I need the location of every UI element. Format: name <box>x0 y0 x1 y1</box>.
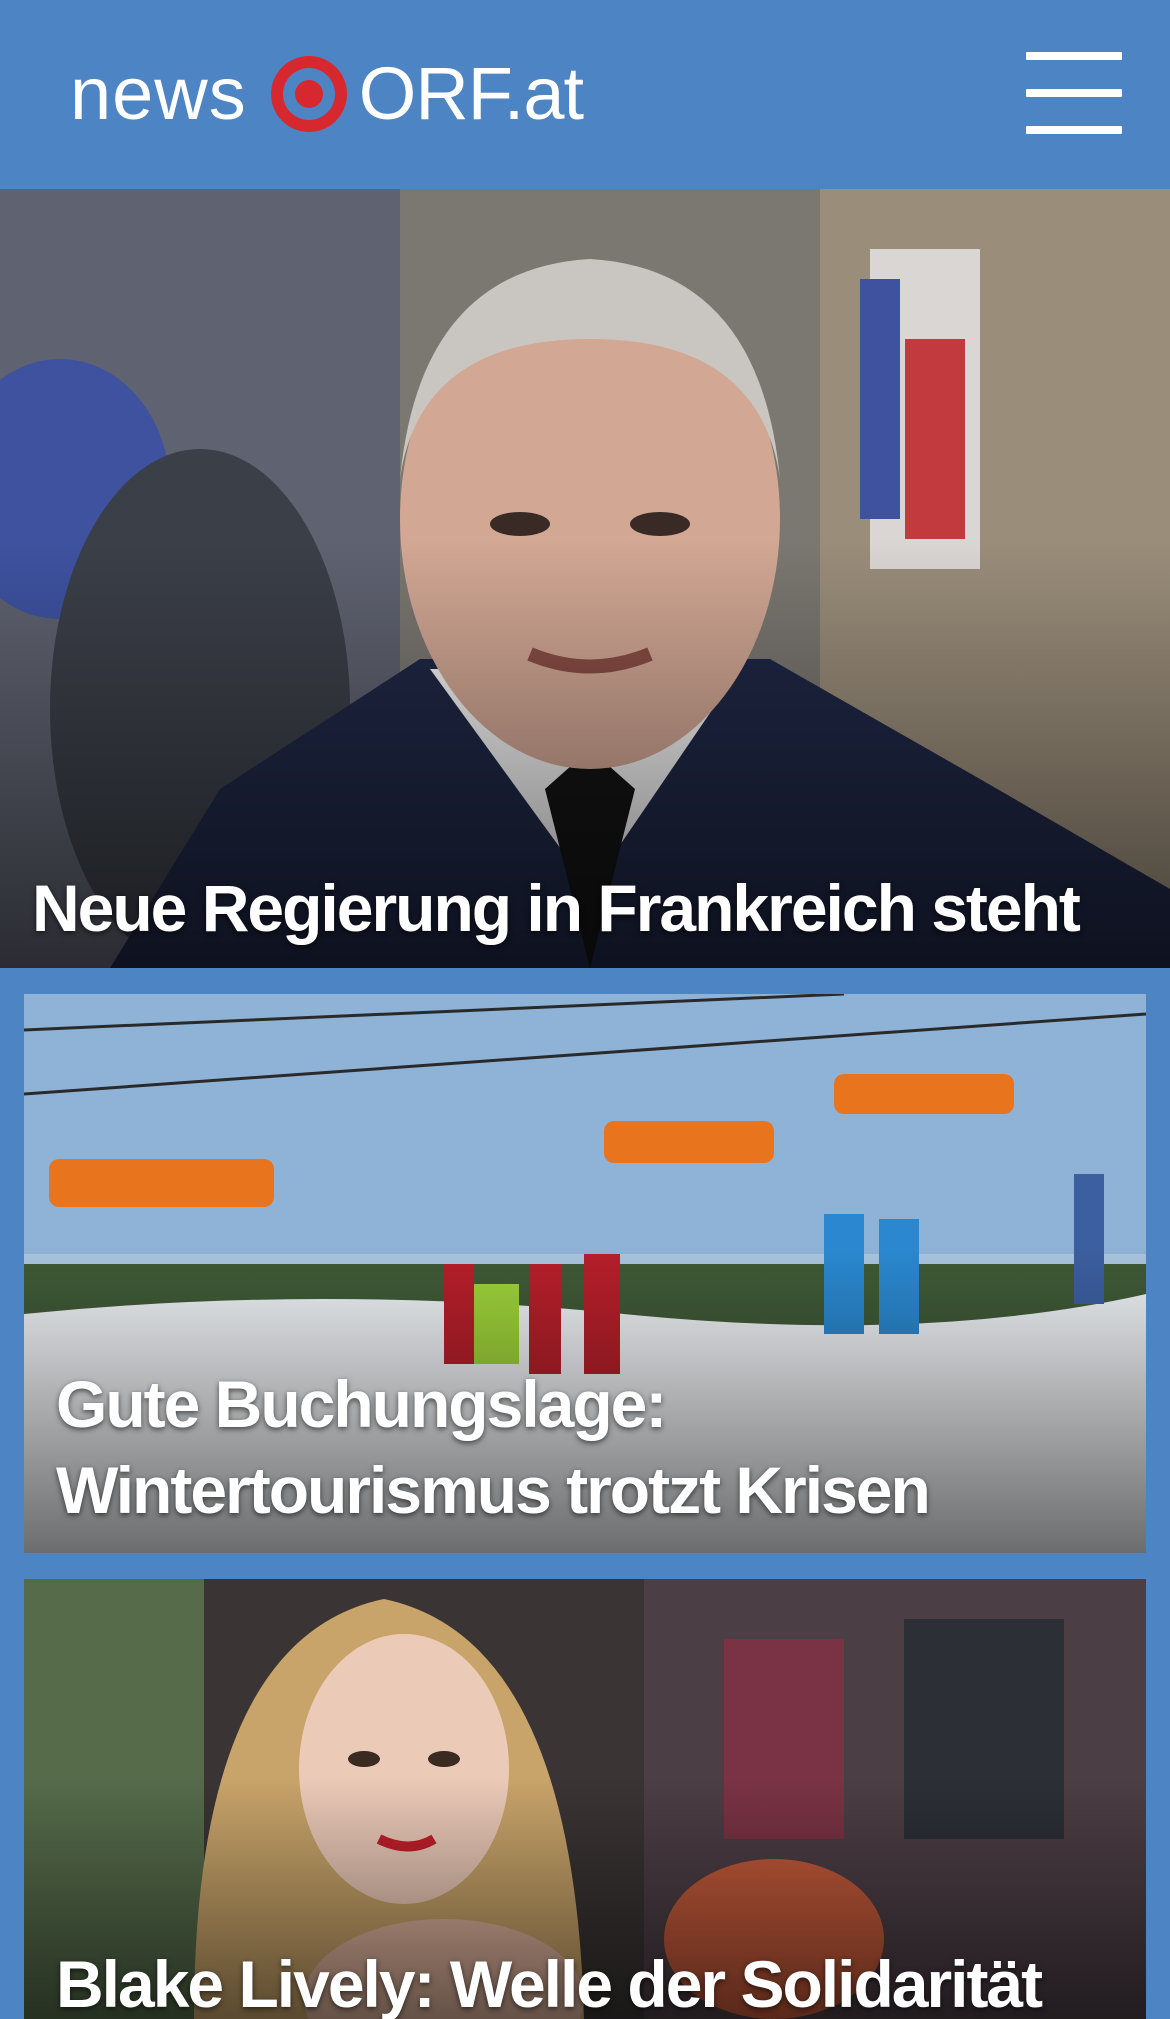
article-headline[interactable]: Neue Regierung in Frankreich steht <box>32 868 1081 948</box>
article-headline[interactable]: Gute Buchungslage: Wintertourismus trotz… <box>56 1361 1106 1533</box>
hamburger-menu-icon[interactable] <box>1026 52 1122 134</box>
top-story-card[interactable]: Neue Regierung in Frankreich steht <box>0 189 1170 968</box>
news-orf-logo[interactable]: news ORF.at <box>70 46 584 142</box>
orf-eye-logo-icon <box>270 56 347 132</box>
top-bar: news ORF.at <box>0 0 1170 189</box>
logo-orf-text: ORF.at <box>358 52 584 135</box>
article-headline[interactable]: Blake Lively: Welle der Solidarität <box>56 1944 1043 2019</box>
article-card[interactable]: Gute Buchungslage: Wintertourismus trotz… <box>24 994 1146 1553</box>
article-card[interactable]: Blake Lively: Welle der Solidarität <box>24 1579 1146 2019</box>
logo-news-text: news <box>70 52 247 135</box>
